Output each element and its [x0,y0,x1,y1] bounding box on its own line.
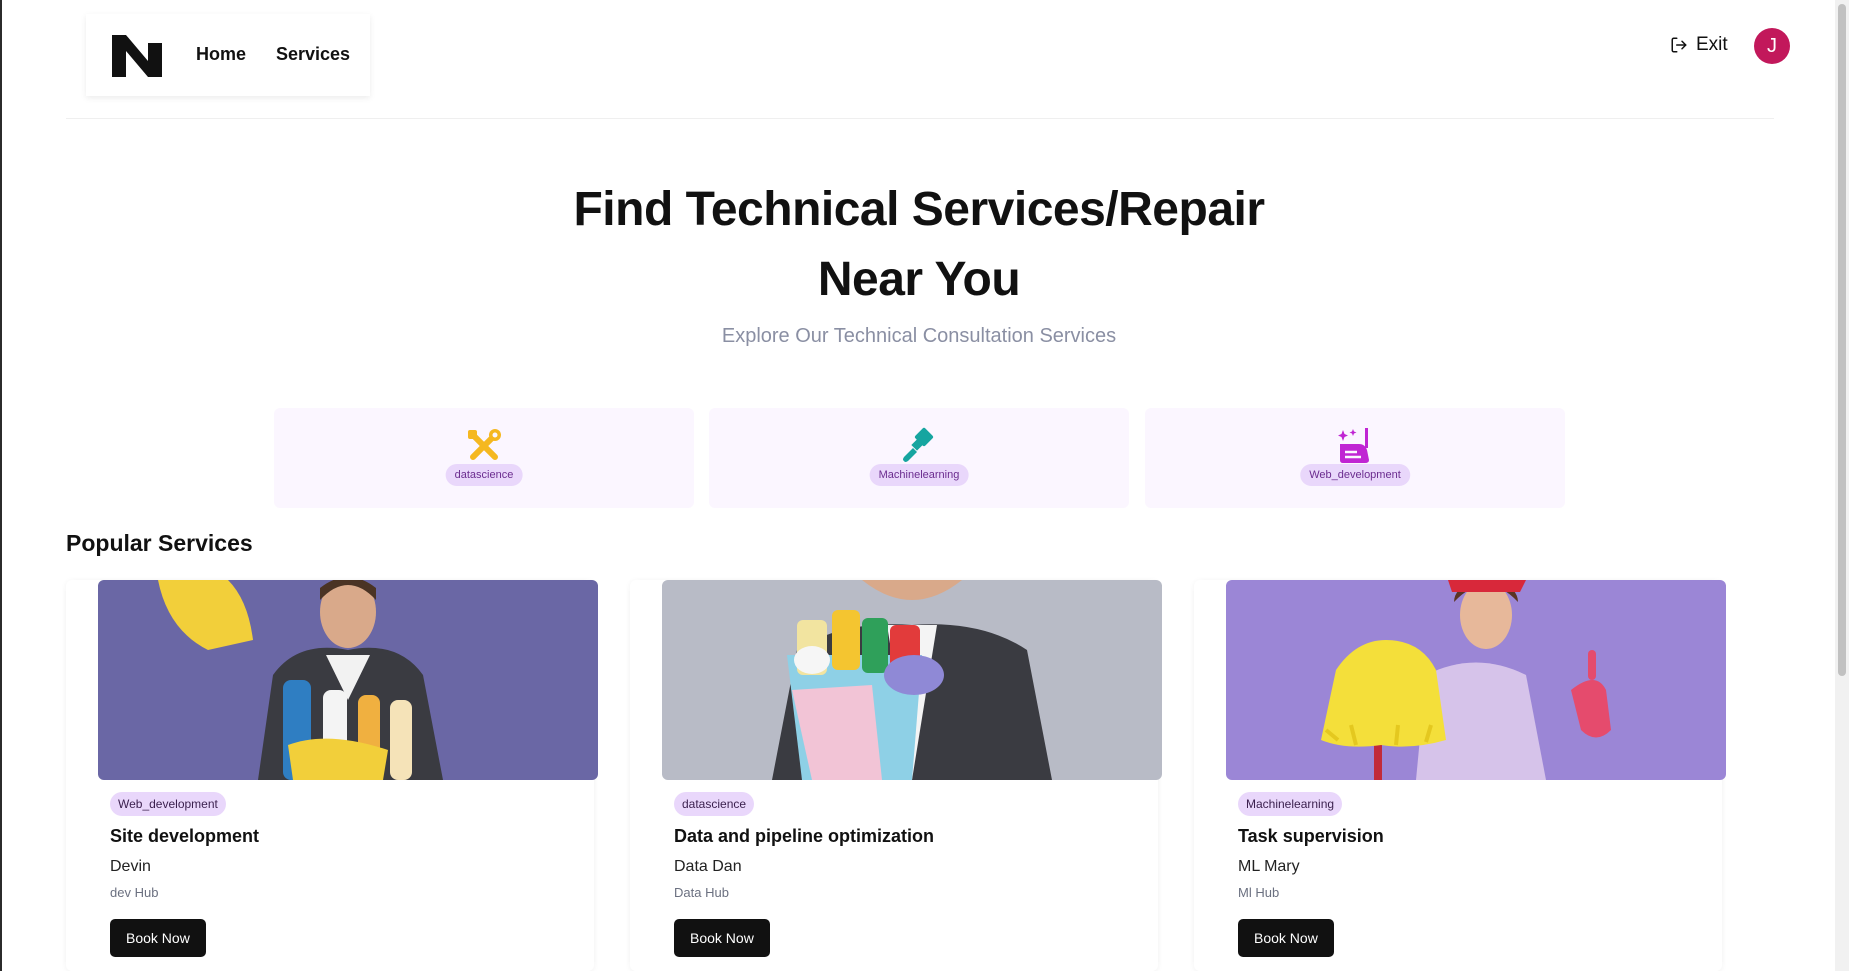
window-edge [0,0,2,971]
service-title: Data and pipeline optimization [674,826,935,846]
page-subtitle: Explore Our Technical Consultation Servi… [721,325,1117,347]
page-title: Find Technical Services/Repair Near You [0,175,1838,315]
book-now-button[interactable]: Book Now [674,919,770,957]
nav-services-link[interactable]: Services [276,44,350,65]
paint-brush-icon [903,427,934,462]
service-hub: dev Hub [110,885,159,900]
section-title-popular: Popular Services [66,530,253,556]
exit-label: Exit [1696,34,1728,55]
page-title-line2: Near You [817,253,1021,306]
logout-icon [1671,37,1687,53]
service-provider: ML Mary [1238,858,1300,875]
service-image[interactable] [1226,580,1726,780]
service-image[interactable] [662,580,1162,780]
header: Home Services Exit J [66,0,1790,119]
avatar-initial: J [1767,34,1777,57]
cleaning-sparkle-icon [1338,428,1369,463]
service-category-badge: Machinelearning [1238,792,1343,816]
service-card: Machinelearning Task supervision ML Mary… [1194,580,1726,971]
service-hub: Ml Hub [1238,885,1280,900]
category-label: datascience [445,464,523,486]
nav-card: Home Services [86,14,370,96]
category-label: Machinelearning [869,464,969,486]
category-card-web-development[interactable]: Web_development [1145,408,1565,508]
service-title: Task supervision [1238,826,1384,846]
scrollbar-thumb[interactable] [1838,4,1846,676]
category-label: Web_development [1300,464,1410,486]
brand-logo-icon[interactable] [112,35,162,77]
nav-home-link[interactable]: Home [196,44,246,65]
book-now-button[interactable]: Book Now [1238,919,1334,957]
category-card-datascience[interactable]: datascience [274,408,694,508]
exit-button[interactable]: Exit [1670,34,1728,56]
scrollbar[interactable] [1835,0,1849,971]
service-image[interactable] [98,580,598,780]
service-hub: Data Hub [674,885,729,900]
page-title-line1: Find Technical Services/Repair [573,183,1265,236]
avatar[interactable]: J [1754,28,1790,64]
tools-icon [468,429,501,460]
service-card: Web_development Site development Devin d… [66,580,598,971]
service-category-badge: datascience [674,792,755,816]
book-now-button[interactable]: Book Now [110,919,206,957]
service-title: Site development [110,826,260,846]
category-card-machinelearning[interactable]: Machinelearning [709,408,1129,508]
service-provider: Data Dan [674,858,742,875]
service-card: datascience Data and pipeline optimizati… [630,580,1162,971]
service-category-badge: Web_development [110,792,226,816]
service-provider: Devin [110,858,151,875]
